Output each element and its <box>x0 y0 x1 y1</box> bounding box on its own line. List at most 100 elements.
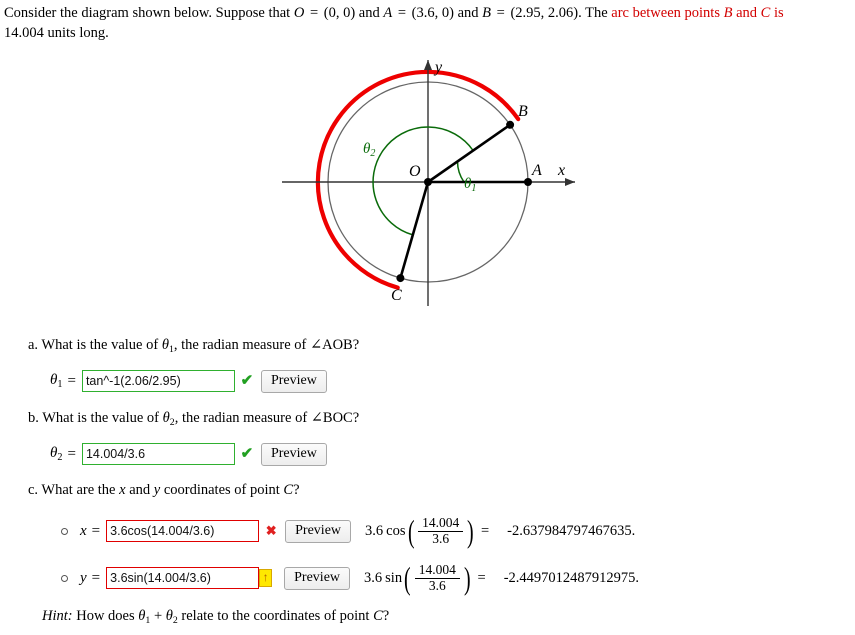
question-a-prompt-suffix: , the radian measure of ∠AOB? <box>173 337 360 353</box>
hint-text: Hint: How does θ1 + θ2 relate to the coo… <box>42 608 389 626</box>
question-b-prompt-prefix: b. What is the value of <box>28 410 163 426</box>
x-axis-arrowhead <box>565 178 575 186</box>
hint-post: relate to the coordinates of point <box>177 608 374 624</box>
question-b: b. What is the value of θ2 , the radian m… <box>28 410 359 466</box>
question-c-prompt: c. What are the x and y coordinates of p… <box>28 482 639 499</box>
question-c-y-fraction: 14.004 3.6 <box>414 563 460 593</box>
question-c-y-preview-button[interactable]: Preview <box>284 566 351 590</box>
question-a-equals: = <box>67 372 76 389</box>
bullet-icon-y <box>61 574 68 582</box>
question-c-x-result-equals: = <box>480 522 490 539</box>
question-c-prompt-post: coordinates of point <box>160 482 284 498</box>
question-a-answer-row: θ1 = ✔ Preview <box>50 369 359 393</box>
value-O: (0, 0) <box>323 5 356 21</box>
symbol-A: A <box>383 5 393 21</box>
question-b-answer-row: θ2 = ✔ Preview <box>50 442 359 466</box>
question-c-x-equals: = <box>91 522 101 539</box>
intro-text-3: 14.004 units long. <box>4 24 109 41</box>
value-B: (2.95, 2.06) <box>510 5 579 21</box>
point-B-marker <box>506 120 515 129</box>
question-c: c. What are the x and y coordinates of p… <box>28 482 640 596</box>
question-c-prompt-pre: c. What are the <box>28 482 120 498</box>
question-c-x-fraction: 14.004 3.6 <box>418 515 464 546</box>
symbol-O: O <box>293 5 305 21</box>
question-c-y-label: y <box>80 569 87 586</box>
question-c-y-coef: 3.6 <box>364 569 383 586</box>
label-C: C <box>391 287 402 304</box>
question-c-y-fn: sin <box>385 569 403 586</box>
hint-q: ? <box>382 608 390 624</box>
label-B: B <box>518 103 528 120</box>
question-b-equals: = <box>67 445 76 462</box>
question-a-theta: θ <box>161 337 169 353</box>
arc-and: and <box>732 5 761 21</box>
arc-is: is <box>770 5 784 21</box>
paren-close-x-icon: ) <box>467 512 474 549</box>
question-a-input[interactable] <box>81 370 235 393</box>
y-axis-arrowhead <box>424 60 432 70</box>
value-A: (3.6, 0) <box>411 5 454 21</box>
conjunction-1: and <box>355 5 384 21</box>
question-c-prompt-q: ? <box>293 482 300 498</box>
question-c-y-status-pending-icon: ↑ <box>259 569 273 588</box>
arc-symbol-C: C <box>760 5 771 21</box>
label-theta2: θ2 <box>363 141 375 159</box>
question-c-x-preview-button[interactable]: Preview <box>285 519 352 543</box>
paren-open-y-icon: ( <box>404 559 411 596</box>
problem-statement: Consider the diagram shown below. Suppos… <box>4 4 850 43</box>
question-c-row-x: x = ✖ Preview 3.6cos(14.0043.6) = -2.637… <box>61 512 639 549</box>
question-b-var: θ2 <box>50 445 63 464</box>
question-c-C-symbol: C <box>283 482 294 498</box>
question-a-preview-button[interactable]: Preview <box>260 369 327 393</box>
question-b-input[interactable] <box>81 443 235 466</box>
equals-2: = <box>394 5 410 21</box>
question-b-theta: θ <box>162 410 170 426</box>
hint-plus: + <box>150 608 166 624</box>
point-A-marker <box>524 178 532 186</box>
segment-OC <box>399 181 430 279</box>
question-a-prompt: a. What is the value of θ1, the radian m… <box>28 337 359 355</box>
segment-OB <box>427 123 511 184</box>
question-c-x-result: -2.637984797467635. <box>507 522 636 539</box>
question-c-x-label: x <box>80 522 87 539</box>
paren-open-x-icon: ( <box>407 512 415 549</box>
intro-text-2: . The <box>578 5 612 21</box>
question-c-y-result-equals: = <box>477 569 486 586</box>
point-C-marker <box>396 274 405 283</box>
question-b-status-correct-icon: ✔ <box>240 446 254 463</box>
arc-phrase-1: arc between points <box>611 5 724 21</box>
label-x-axis: x <box>557 162 565 179</box>
hint-theta2: θ <box>165 608 173 624</box>
equals-1: = <box>306 5 322 21</box>
question-c-x-denominator: 3.6 <box>432 530 450 546</box>
question-a-prompt-prefix: a. What is the value of <box>28 337 162 353</box>
equals-3: = <box>493 5 509 21</box>
point-O-marker <box>424 178 432 186</box>
circle-diagram: O A B C x y θ1 θ2 <box>270 48 600 323</box>
question-a-var: θ1 <box>50 372 63 391</box>
label-O: O <box>409 163 421 180</box>
question-c-x-fn: cos <box>386 522 406 539</box>
question-c-x-expression: 3.6 cos(14.004 3.6) = -2.637984797467635. <box>365 512 636 549</box>
question-a-status-correct-icon: ✔ <box>240 373 254 390</box>
question-c-y-denominator: 3.6 <box>428 577 446 593</box>
hint-C: C <box>373 608 383 624</box>
label-y-axis: y <box>433 59 443 76</box>
question-b-prompt: b. What is the value of θ2, the radian m… <box>28 410 359 428</box>
question-c-x-numerator: 14.004 <box>418 515 464 532</box>
question-b-prompt-suffix: , the radian measure of ∠BOC? <box>174 410 360 426</box>
question-c-prompt-mid: and <box>125 482 154 498</box>
question-c-y-input[interactable] <box>106 567 260 590</box>
question-c-y-equals: = <box>91 569 101 586</box>
intro-text-1: Consider the diagram shown below. Suppos… <box>4 5 294 21</box>
question-c-x-coef: 3.6 <box>365 522 384 539</box>
bullet-icon-x <box>61 527 68 535</box>
question-a: a. What is the value of θ1 , the radian m… <box>28 337 359 393</box>
question-c-y-result: -2.4497012487912975. <box>503 569 640 586</box>
paren-close-y-icon: ) <box>463 559 471 596</box>
question-c-x-input[interactable] <box>106 520 260 543</box>
hint-word: Hint: <box>42 608 73 624</box>
question-c-y-numerator: 14.004 <box>414 563 460 579</box>
question-b-preview-button[interactable]: Preview <box>260 442 327 466</box>
conjunction-2: and <box>453 5 483 21</box>
